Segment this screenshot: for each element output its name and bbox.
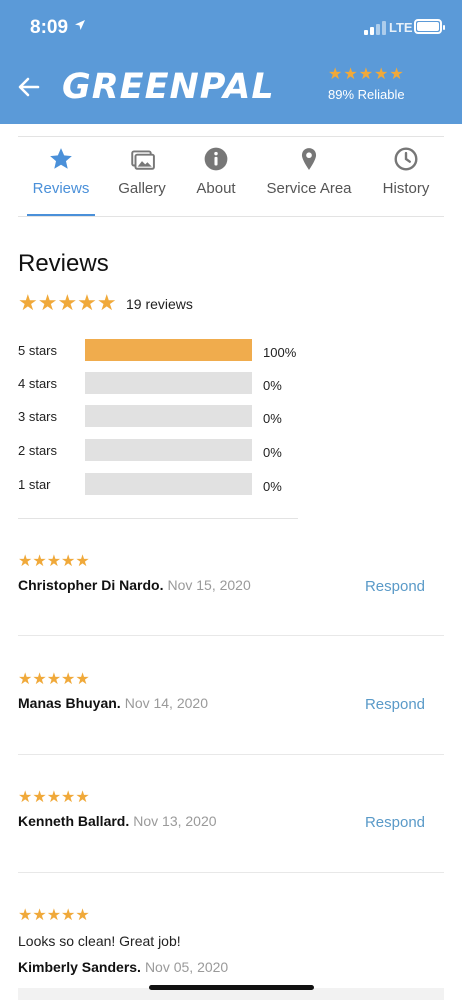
review-date: Nov 14, 2020 — [124, 695, 208, 711]
divider — [18, 872, 444, 873]
reliability-text: 89% Reliable — [328, 87, 405, 102]
rating-percent: 0% — [263, 378, 282, 393]
app-header: 8:09 LTE GREENPAL ★★★★★ 89% Reliable — [0, 0, 462, 124]
rating-percent: 100% — [263, 345, 297, 360]
back-arrow-icon[interactable] — [18, 76, 40, 98]
status-time: 8:09 — [30, 17, 69, 38]
rating-bar — [85, 473, 252, 495]
signal-strength-icon — [364, 19, 386, 35]
respond-button[interactable]: Respond — [365, 696, 425, 713]
review-stars: ★★★★★ — [18, 907, 90, 924]
review-date: Nov 15, 2020 — [167, 577, 251, 593]
reviewer-name: Manas Bhuyan. — [18, 695, 121, 711]
location-arrow-icon — [74, 18, 86, 34]
rating-bar — [85, 339, 252, 361]
review-count: 19 reviews — [126, 296, 193, 312]
review-stars: ★★★★★ — [18, 789, 90, 806]
rating-percent: 0% — [263, 445, 282, 460]
rating-label: 4 stars — [18, 376, 58, 391]
tab-label: About — [196, 180, 236, 197]
tab-service-area[interactable]: Service Area — [260, 146, 358, 197]
info-icon — [190, 146, 242, 174]
rating-bar — [85, 405, 252, 427]
rating-label: 5 stars — [18, 343, 58, 358]
tab-gallery[interactable]: Gallery — [112, 146, 172, 197]
review-date: Nov 05, 2020 — [144, 959, 229, 975]
tab-history[interactable]: History — [376, 146, 436, 197]
rating-percent: 0% — [263, 411, 282, 426]
review-text: Looks so clean! Great job! — [18, 933, 181, 949]
location-pin-icon — [260, 146, 358, 174]
star-icon — [27, 146, 95, 174]
review-item: ★★★★★ Looks so clean! Great job! Kimberl… — [18, 905, 444, 975]
rating-distribution-row: 3 stars 0% — [18, 405, 318, 429]
tab-label: Reviews — [32, 180, 90, 197]
tab-label: Gallery — [118, 180, 166, 197]
review-item: ★★★★★ Christopher Di Nardo. Nov 15, 2020 … — [18, 551, 444, 595]
network-type: LTE — [389, 20, 413, 35]
review-stars: ★★★★★ — [18, 553, 90, 570]
home-indicator[interactable] — [149, 985, 314, 990]
rating-bar — [85, 439, 252, 461]
rating-distribution-row: 5 stars 100% — [18, 339, 318, 363]
tab-label: History — [382, 180, 430, 197]
divider — [18, 635, 444, 636]
review-item: ★★★★★ Manas Bhuyan. Nov 14, 2020 Respond — [18, 669, 444, 713]
rating-percent: 0% — [263, 479, 282, 494]
respond-button[interactable]: Respond — [365, 814, 425, 831]
tab-label: Service Area — [266, 180, 352, 197]
summary-rating-stars: ★★★★★ — [18, 290, 117, 315]
rating-label: 2 stars — [18, 443, 58, 458]
rating-distribution-row: 4 stars 0% — [18, 372, 318, 396]
gallery-icon — [112, 146, 172, 174]
respond-button[interactable]: Respond — [365, 578, 425, 595]
reviewer-name: Kenneth Ballard. — [18, 813, 130, 829]
review-date: Nov 13, 2020 — [133, 813, 217, 829]
divider — [18, 216, 444, 217]
tab-reviews[interactable]: Reviews — [27, 146, 95, 197]
rating-label: 3 stars — [18, 409, 58, 424]
header-rating-stars: ★★★★★ — [328, 66, 405, 83]
rating-label: 1 star — [18, 477, 51, 492]
review-meta: Kimberly Sanders. Nov 05, 2020 — [18, 959, 444, 975]
greenpal-logo: GREENPAL — [62, 67, 275, 107]
battery-icon — [414, 19, 445, 34]
rating-distribution-row: 2 stars 0% — [18, 439, 318, 463]
divider — [18, 518, 298, 519]
rating-bar — [85, 372, 252, 394]
clock-icon — [376, 146, 436, 174]
reviews-heading: Reviews — [18, 250, 109, 277]
tab-about[interactable]: About — [190, 146, 242, 197]
reviewer-name: Kimberly Sanders. — [18, 959, 141, 975]
divider — [18, 754, 444, 755]
rating-bar-fill — [85, 339, 252, 361]
reviewer-name: Christopher Di Nardo. — [18, 577, 164, 593]
review-stars: ★★★★★ — [18, 671, 90, 688]
divider — [18, 136, 444, 137]
review-item: ★★★★★ Kenneth Ballard. Nov 13, 2020 Respo… — [18, 787, 444, 831]
rating-distribution-row: 1 star 0% — [18, 473, 318, 497]
